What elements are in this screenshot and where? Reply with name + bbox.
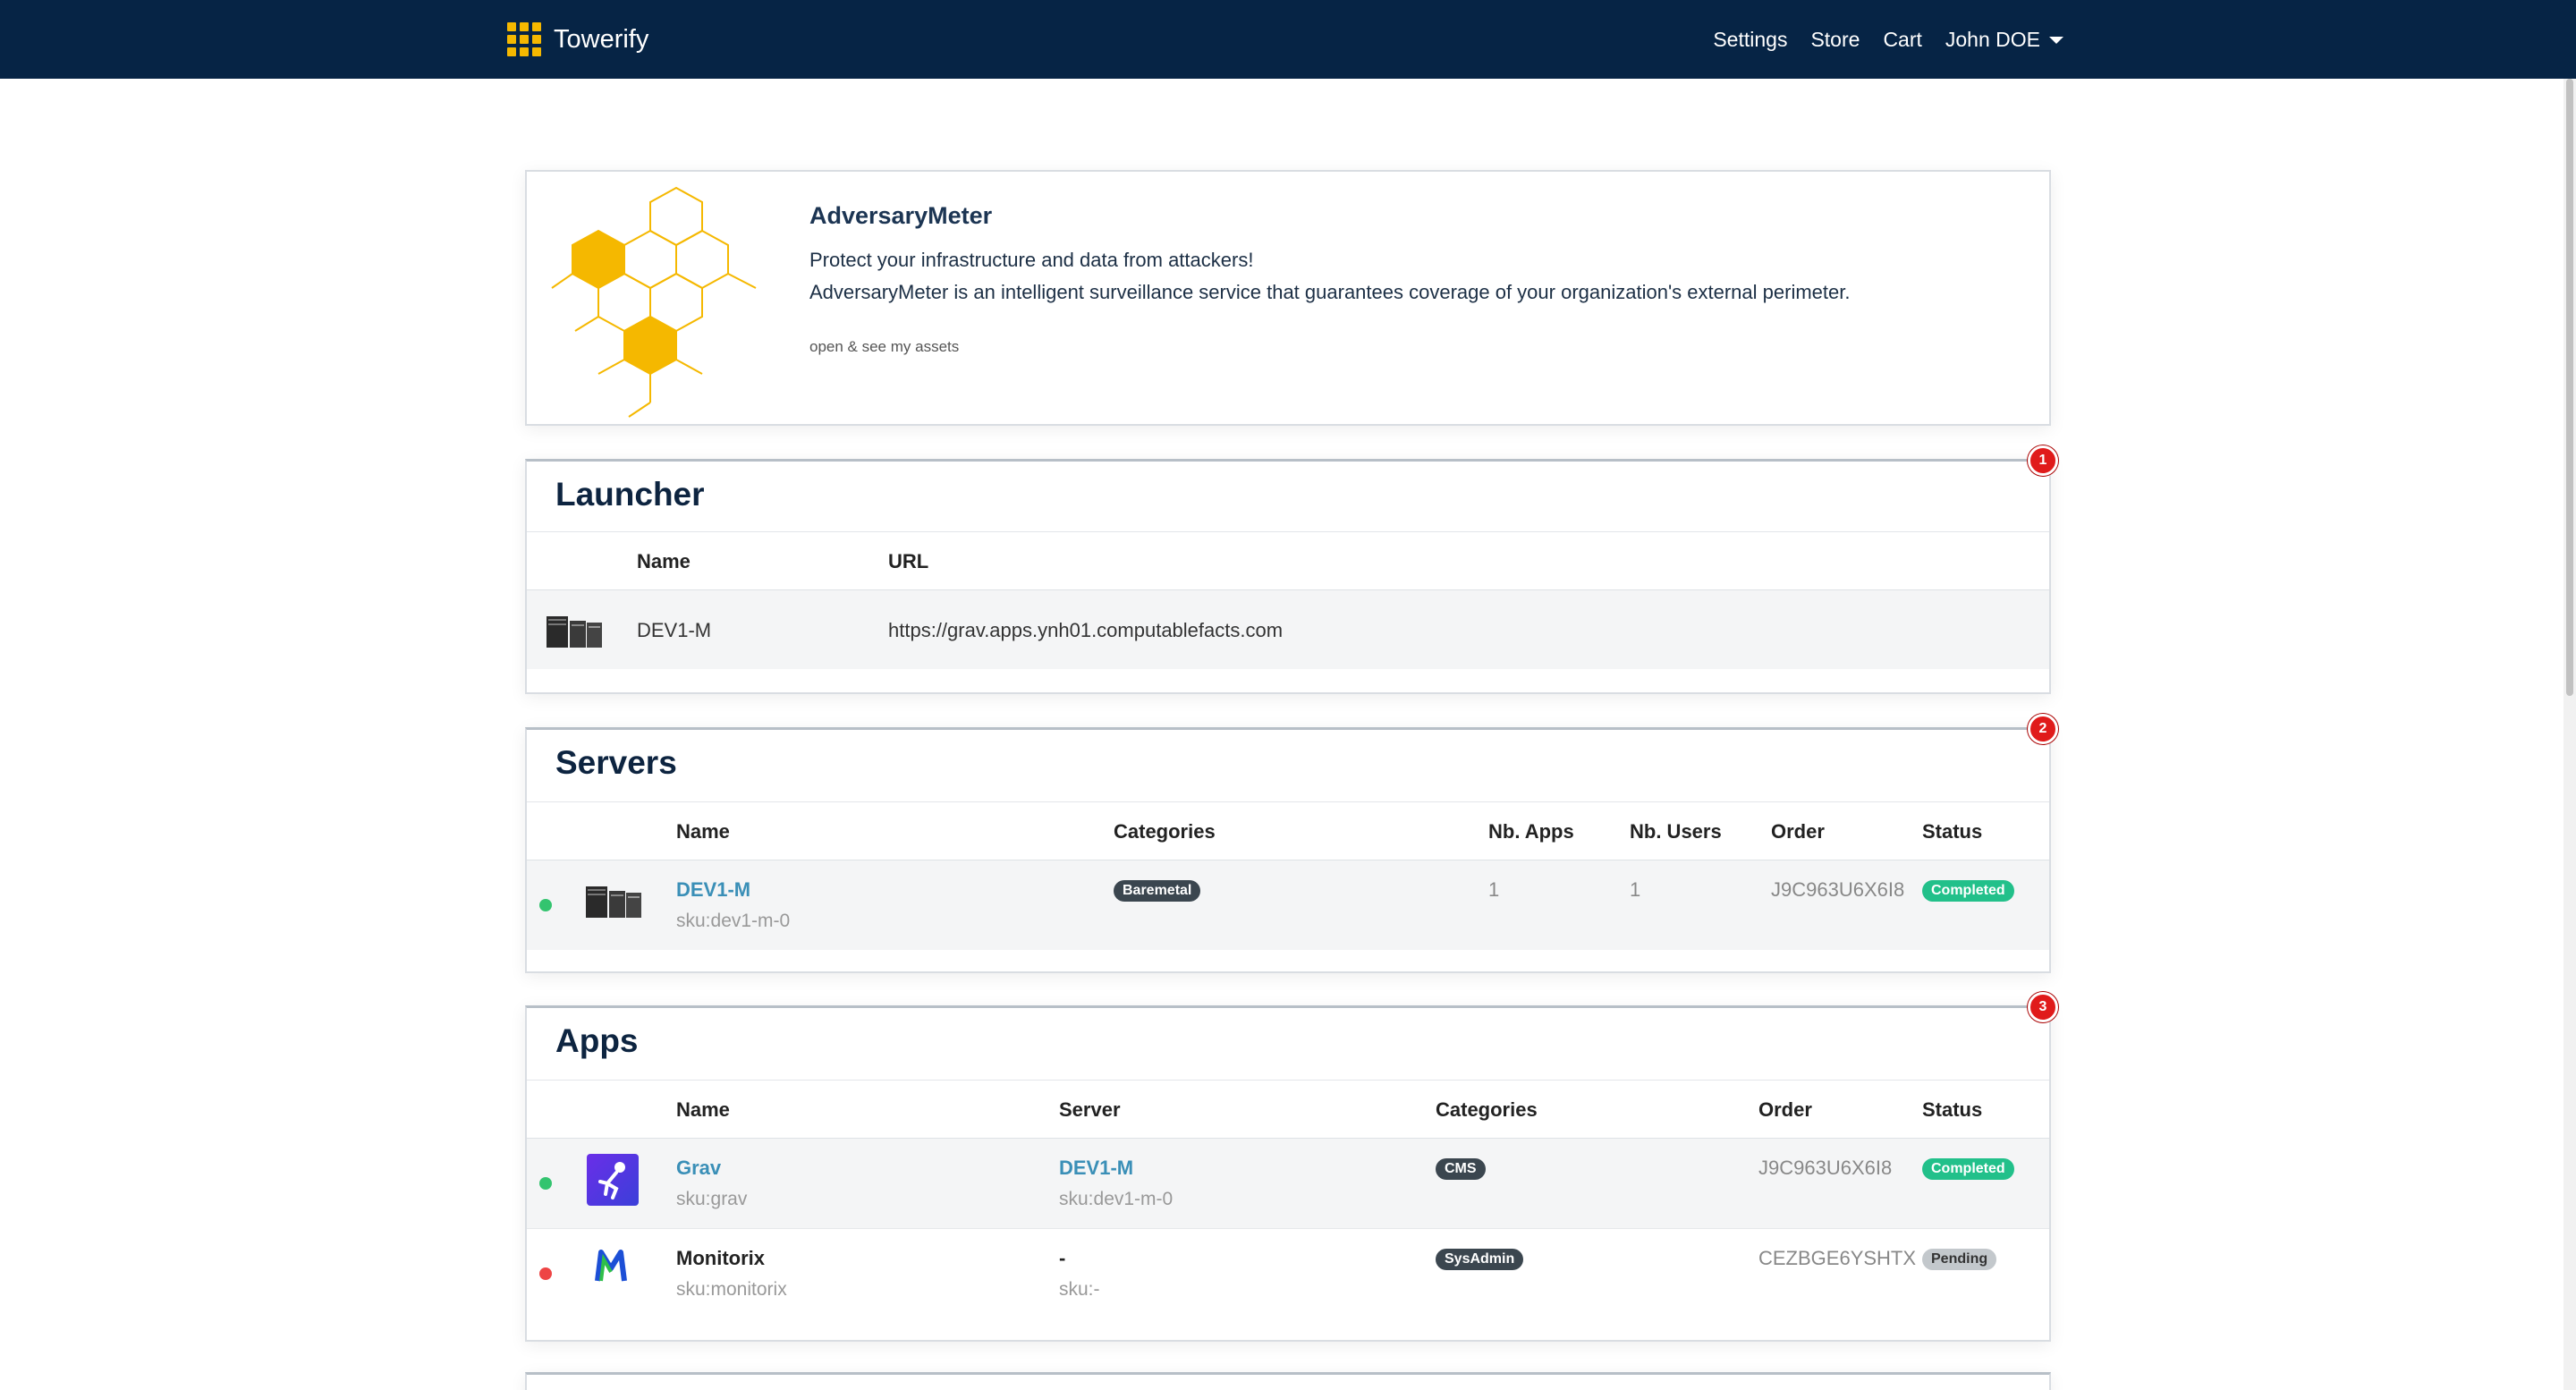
app-grid-icon <box>507 22 541 56</box>
count-badge: 2 <box>2028 714 2058 744</box>
table-header: Name Server Categories Order Status <box>527 1080 2049 1139</box>
nb-users-value: 1 <box>1630 878 1641 901</box>
column-header-name: Name <box>676 820 730 843</box>
promo-tagline: Protect your infrastructure and data fro… <box>809 249 1254 271</box>
launcher-name: DEV1-M <box>637 619 712 641</box>
status-badge: Completed <box>1922 1158 2014 1180</box>
app-server-link[interactable]: DEV1-M <box>1059 1157 1133 1180</box>
server-sku: sku:dev1-m-0 <box>676 911 791 931</box>
nav-cart-link[interactable]: Cart <box>1883 28 1921 52</box>
status-dot-online <box>539 1177 552 1190</box>
caret-down-icon <box>2049 37 2063 45</box>
column-header-name: Name <box>637 550 691 572</box>
app-sku: sku:grav <box>676 1189 748 1209</box>
user-name: John DOE <box>1945 27 2040 51</box>
app-server: - <box>1059 1247 1066 1269</box>
column-header-server: Server <box>1059 1098 1121 1121</box>
section-title: Launcher <box>555 476 705 513</box>
table-row[interactable]: DEV1-M https://grav.apps.ynh01.computabl… <box>527 590 2049 669</box>
launcher-url-link[interactable]: https://grav.apps.ynh01.computablefacts.… <box>888 619 1283 642</box>
server-name-link[interactable]: DEV1-M <box>676 878 750 902</box>
table-row[interactable]: Grav sku:grav DEV1-M sku:dev1-m-0 CMS J9… <box>527 1139 2049 1228</box>
column-header-status: Status <box>1922 820 1983 843</box>
nb-apps-value: 1 <box>1488 878 1500 901</box>
category-badge: Baremetal <box>1114 880 1201 902</box>
column-header-order: Order <box>1771 820 1825 843</box>
table-row[interactable]: DEV1-M sku:dev1-m-0 Baremetal 1 1 J9C963… <box>527 860 2049 950</box>
page-scrollbar[interactable] <box>2563 79 2576 1390</box>
promo-title: AdversaryMeter <box>809 202 993 229</box>
status-badge: Completed <box>1922 880 2014 902</box>
order-id: J9C963U6X6I8 <box>1758 1157 1893 1179</box>
nav-links: Settings Store Cart John DOE <box>1713 21 2063 57</box>
table-header: Name Categories Nb. Apps Nb. Users Order… <box>527 801 2049 860</box>
top-navbar: Towerify Settings Store Cart John DOE <box>0 0 2576 79</box>
status-badge: Pending <box>1922 1249 1997 1270</box>
server-rack-icon <box>547 616 602 648</box>
column-header-status: Status <box>1922 1098 1983 1121</box>
brand[interactable]: Towerify <box>507 21 648 57</box>
next-section-card <box>525 1372 2051 1390</box>
honeycomb-icon <box>551 186 757 418</box>
open-assets-link[interactable]: open & see my assets <box>809 338 959 356</box>
servers-section: Servers 2 Name Categories Nb. Apps Nb. U… <box>525 714 2058 973</box>
table-header: Name URL <box>527 531 2049 590</box>
status-dot-offline <box>539 1267 552 1280</box>
column-header-order: Order <box>1758 1098 1812 1121</box>
grav-logo-icon <box>587 1154 639 1206</box>
app-sku: sku:monitorix <box>676 1279 787 1300</box>
order-id: J9C963U6X6I8 <box>1771 878 1905 901</box>
category-badge: SysAdmin <box>1436 1249 1524 1270</box>
app-name: Monitorix <box>676 1247 765 1269</box>
nav-store-link[interactable]: Store <box>1810 28 1860 52</box>
apps-section: Apps 3 Name Server Categories Order Stat… <box>525 992 2058 1342</box>
app-server-sku: sku:dev1-m-0 <box>1059 1189 1174 1209</box>
adversarymeter-promo-card: AdversaryMeter Protect your infrastructu… <box>525 170 2051 426</box>
count-badge: 1 <box>2028 445 2058 476</box>
column-header-categories: Categories <box>1436 1098 1538 1121</box>
promo-description: AdversaryMeter is an intelligent surveil… <box>809 281 1851 303</box>
app-name-link[interactable]: Grav <box>676 1157 721 1180</box>
scrollbar-thumb[interactable] <box>2566 79 2573 696</box>
server-rack-icon <box>586 886 641 918</box>
section-title: Apps <box>555 1022 639 1059</box>
count-badge: 3 <box>2028 992 2058 1022</box>
launcher-section: Launcher 1 Name URL DEV1-M https://grav.… <box>525 445 2058 694</box>
order-id: CEZBGE6YSHTX <box>1758 1247 1917 1269</box>
column-header-categories: Categories <box>1114 820 1216 843</box>
app-server-sku: sku:- <box>1059 1279 1100 1300</box>
nav-settings-link[interactable]: Settings <box>1713 28 1787 52</box>
brand-name[interactable]: Towerify <box>554 25 648 55</box>
column-header-url: URL <box>888 550 929 572</box>
column-header-name: Name <box>676 1098 730 1121</box>
column-header-nb-users: Nb. Users <box>1630 820 1722 843</box>
table-row[interactable]: Monitorix sku:monitorix - sku:- SysAdmin… <box>527 1228 2049 1318</box>
section-title: Servers <box>555 744 677 781</box>
monitorix-logo-icon <box>595 1250 627 1282</box>
user-menu-dropdown[interactable]: John DOE <box>1945 28 2063 52</box>
column-header-nb-apps: Nb. Apps <box>1488 820 1574 843</box>
category-badge: CMS <box>1436 1158 1486 1180</box>
status-dot-online <box>539 899 552 911</box>
